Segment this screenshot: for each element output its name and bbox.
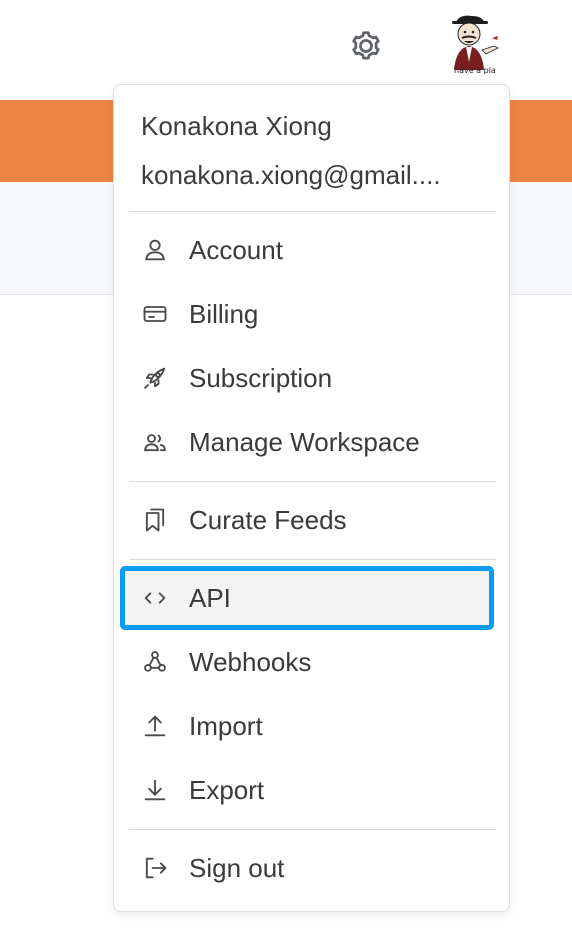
menu-item-import[interactable]: Import: [128, 698, 490, 754]
menu-divider: [129, 211, 496, 212]
menu-item-curate-feeds[interactable]: Curate Feeds: [128, 492, 490, 548]
user-name: Konakona Xiong: [141, 111, 332, 141]
menu-item-label: Billing: [189, 298, 259, 329]
user-email: konakona.xiong@gmail....: [141, 160, 441, 190]
code-icon: [144, 592, 166, 604]
bookmarks-icon: [145, 508, 165, 532]
menu-item-label: Export: [189, 774, 265, 805]
rocket-icon: [144, 367, 166, 389]
credit-card-icon: [143, 306, 167, 322]
menu-item-subscription[interactable]: Subscription: [128, 350, 490, 406]
menu-item-label: Subscription: [189, 362, 333, 393]
menu-item-api[interactable]: API: [120, 566, 494, 630]
menu-item-label: API: [189, 582, 231, 613]
menu-item-label: Account: [189, 234, 283, 265]
menu-divider: [129, 481, 496, 482]
user-avatar[interactable]: have a pla: [442, 12, 500, 74]
webhook-icon: [144, 651, 166, 672]
menu-item-export[interactable]: Export: [128, 762, 490, 818]
menu-item-label: Curate Feeds: [189, 504, 347, 535]
menu-divider: [129, 559, 496, 560]
menu-item-label: Sign out: [189, 852, 285, 883]
user-icon: [145, 239, 165, 261]
avatar-caption: have a pla: [454, 66, 496, 74]
users-icon: [144, 434, 166, 452]
menu-divider: [129, 829, 496, 830]
settings-button[interactable]: [344, 24, 388, 68]
download-icon: [144, 779, 166, 801]
menu-item-account[interactable]: Account: [128, 222, 490, 278]
menu-item-label: Manage Workspace: [189, 426, 420, 457]
account-dropdown-menu: Konakona Xiong konakona.xiong@gmail.... …: [113, 84, 510, 912]
upload-icon: [144, 715, 166, 737]
gear-icon: [352, 31, 380, 60]
logout-icon: [145, 857, 167, 879]
menu-item-label: Import: [189, 710, 263, 741]
avatar-cartoon-image: [452, 15, 499, 70]
menu-item-label: Webhooks: [189, 646, 312, 677]
menu-item-billing[interactable]: Billing: [128, 286, 490, 342]
menu-item-manage-workspace[interactable]: Manage Workspace: [128, 414, 490, 470]
menu-item-sign-out[interactable]: Sign out: [128, 840, 490, 896]
menu-item-webhooks[interactable]: Webhooks: [128, 634, 490, 690]
